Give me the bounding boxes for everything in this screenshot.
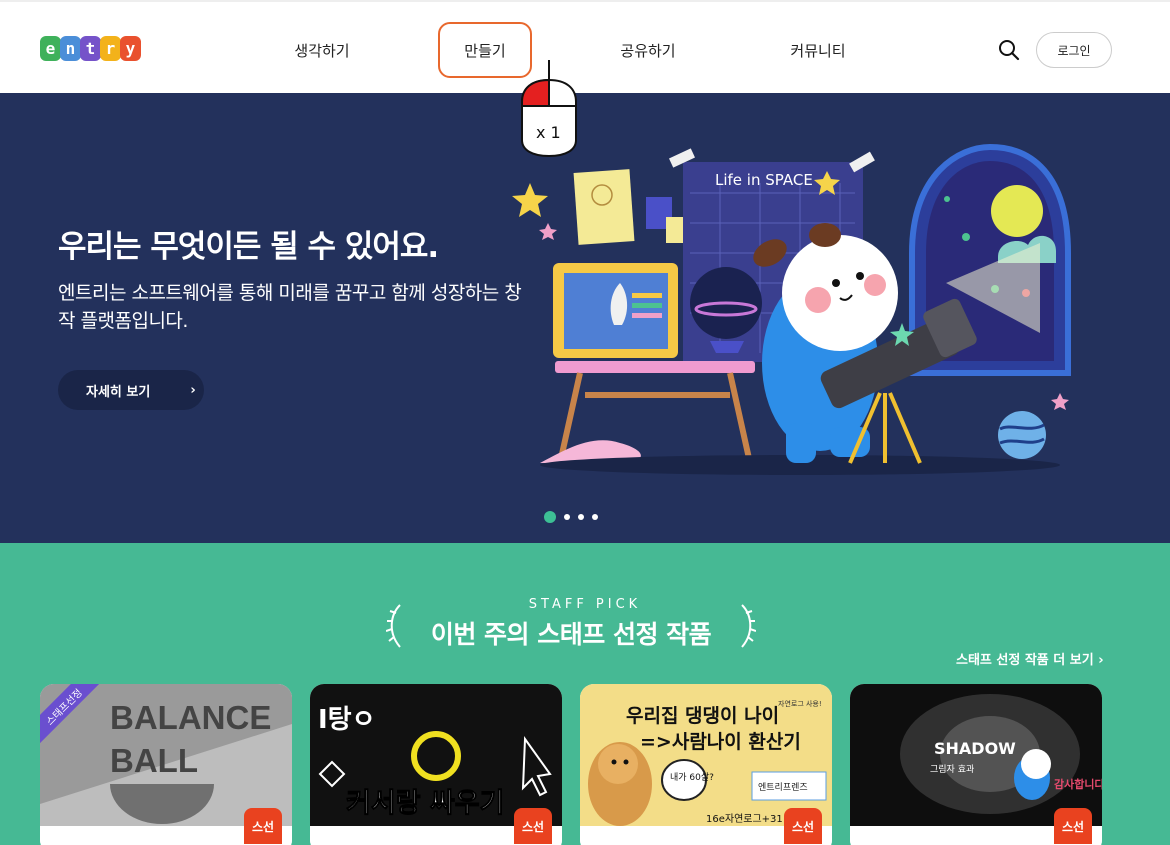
thumb-formula-text: 16e자연로그+31	[706, 813, 783, 825]
thumb-speech-text: 감사합니다	[1054, 777, 1102, 791]
staff-pick-badge: 스선	[514, 808, 552, 844]
logo-letter: r	[100, 36, 121, 61]
card-thumb-text: SHADOW	[934, 739, 1016, 758]
hero-illustration: Life in SPACE	[512, 143, 1071, 475]
card-thumb-text: 커서랑 싸우기	[346, 788, 504, 819]
hero-more-label: 자세히 보기	[86, 384, 151, 400]
project-card[interactable]: 우리집 댕댕이 나이 =>사람나이 환산기 내가 60살? 엔트리프렌즈 자연로…	[580, 684, 832, 845]
logo-letter: y	[120, 36, 141, 61]
dog-speech-bubble: 내가 60살?	[670, 772, 714, 783]
project-thumbnail: I탕ㅇ 커서랑 싸우기	[310, 684, 562, 826]
nav-item-community[interactable]: 커뮤니티	[771, 22, 865, 78]
staff-pick-kicker: STAFF PICK	[528, 597, 642, 612]
card-thumb-text: I탕ㅇ	[318, 705, 376, 735]
search-icon[interactable]	[997, 38, 1021, 62]
chevron-right-icon: ›	[190, 382, 196, 398]
card-thumb-text: =>사람나이 환산기	[640, 731, 801, 753]
click-count-label: x 1	[536, 123, 561, 142]
staff-pick-more-link[interactable]: 스태프 선정 작품 더 보기 ›	[956, 649, 1104, 668]
staff-pick-section: STAFF PICK 이번 주의 스태프 선정 작품 스태프 선정 작품 더 보…	[0, 543, 1170, 845]
carousel-dot[interactable]	[564, 514, 570, 520]
project-card[interactable]: BALANCE BALL 스태프선정 스선	[40, 684, 292, 845]
hero-title: 우리는 무엇이든 될 수 있어요.	[58, 229, 439, 265]
site-header: entry 생각하기 만들기 공유하기 커뮤니티 로그인	[0, 0, 1170, 93]
poster-text: Life in SPACE	[715, 171, 813, 189]
carousel-dot[interactable]	[578, 514, 584, 520]
card-thumb-text: 그림자 효과	[930, 763, 974, 775]
card-thumb-text: 우리집 댕댕이 나이	[626, 705, 779, 727]
staff-pick-badge: 스선	[1054, 808, 1092, 844]
thumb-corner-text: 자연로그 사용!	[778, 699, 822, 708]
logo-letter: n	[60, 36, 81, 61]
project-thumbnail: SHADOW 그림자 효과 감사합니다	[850, 684, 1102, 826]
carousel-dot[interactable]	[592, 514, 598, 520]
card-thumb-text: BALL	[110, 742, 198, 779]
hero-banner[interactable]: Life in SPACE 우리는 무엇이든 될 수 있어요. 엔트리는 소프트…	[0, 93, 1170, 543]
staff-pick-badge: 스선	[244, 808, 282, 844]
project-card[interactable]: I탕ㅇ 커서랑 싸우기 스선	[310, 684, 562, 845]
hero-more-button[interactable]: 자세히 보기 ›	[58, 370, 204, 410]
staff-pick-badge: 스선	[784, 808, 822, 844]
entry-logo[interactable]: entry	[40, 36, 141, 61]
project-card[interactable]: SHADOW 그림자 효과 감사합니다 스선	[850, 684, 1102, 845]
thumb-sticker: 엔트리프렌즈	[758, 782, 808, 793]
hero-description: 엔트리는 소프트웨어를 통해 미래를 꿈꾸고 함께 성장하는 창작 플랫폼입니다…	[58, 282, 522, 332]
carousel-dots	[544, 511, 598, 523]
carousel-dot[interactable]	[544, 511, 556, 523]
login-button[interactable]: 로그인	[1036, 32, 1112, 68]
staff-pick-title: 이번 주의 스태프 선정 작품	[430, 620, 712, 649]
card-thumb-text: BALANCE	[110, 699, 271, 736]
logo-letter: e	[40, 36, 61, 61]
logo-letter: t	[80, 36, 101, 61]
nav-item-share[interactable]: 공유하기	[601, 22, 695, 78]
mouse-click-overlay-icon: x 1	[521, 60, 577, 158]
nav-item-think[interactable]: 생각하기	[275, 22, 369, 78]
project-thumbnail: 우리집 댕댕이 나이 =>사람나이 환산기 내가 60살? 엔트리프렌즈 자연로…	[580, 684, 832, 826]
